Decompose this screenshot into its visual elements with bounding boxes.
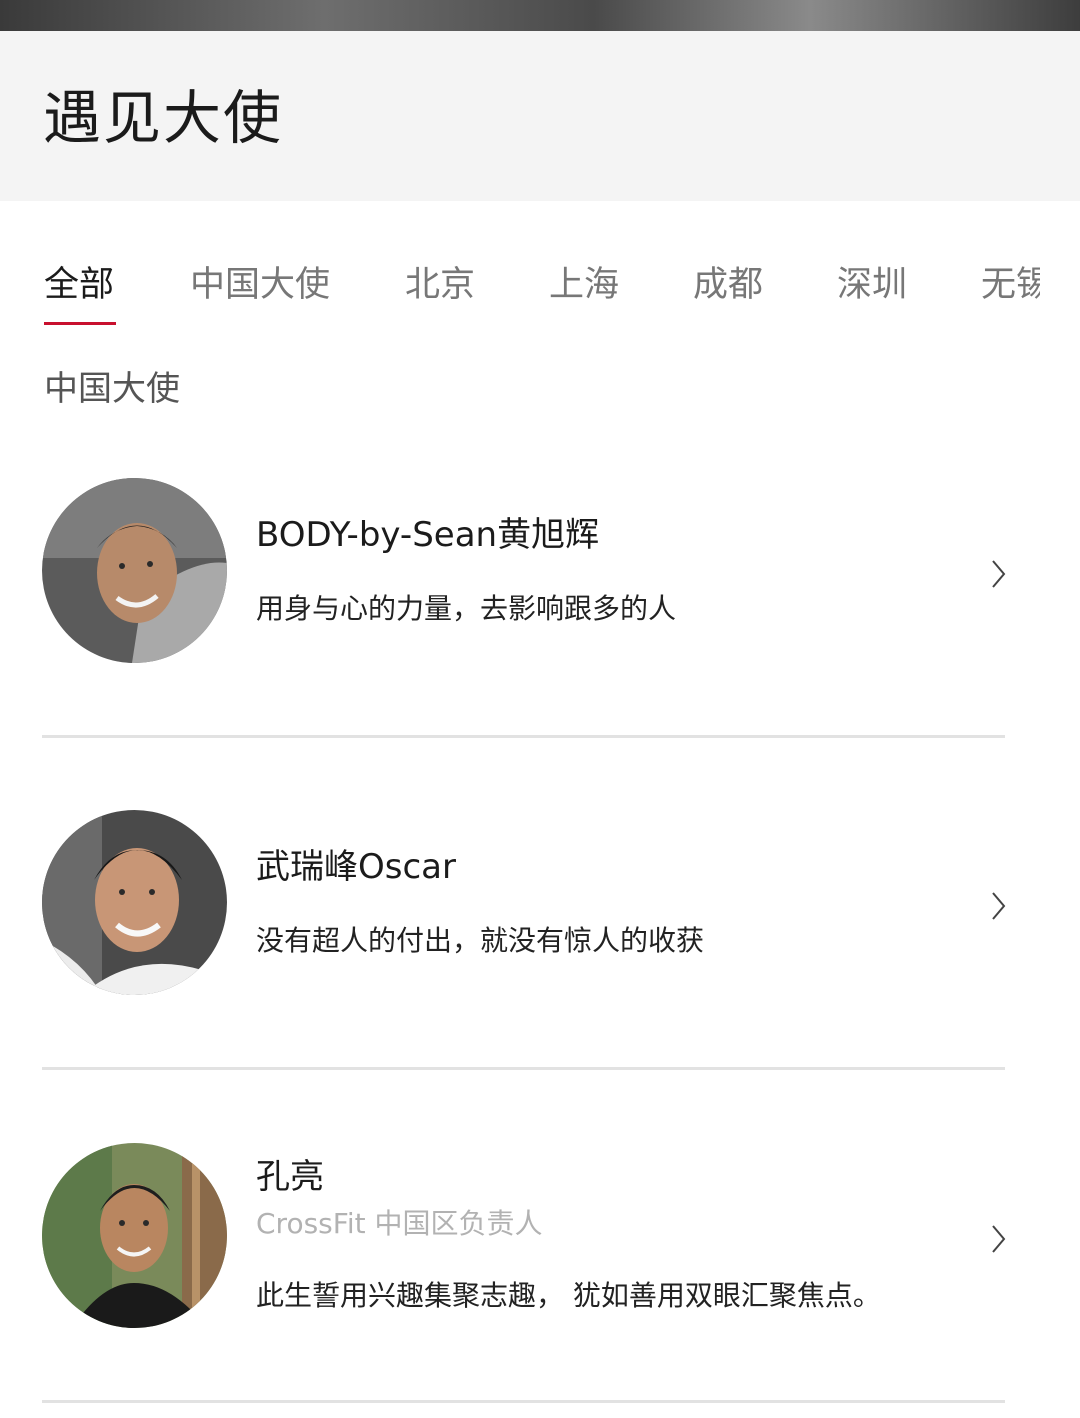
tab-all[interactable]: 全部 — [44, 263, 114, 307]
ambassador-name: 武瑞峰Oscar — [256, 847, 456, 887]
chevron-right-icon — [992, 1225, 1006, 1253]
ambassador-motto: 用身与心的力量，去影响跟多的人 — [256, 592, 677, 625]
ambassador-role: CrossFit 中国区负责人 — [256, 1207, 543, 1240]
ambassador-card[interactable]: 孔亮 CrossFit 中国区负责人 此生誓用兴趣集聚志趣， 犹如善用双眼汇聚焦… — [0, 1070, 1080, 1403]
divider — [42, 1400, 1005, 1403]
avatar — [42, 810, 227, 995]
tab-beijing[interactable]: 北京 — [405, 263, 475, 307]
ambassador-motto: 此生誓用兴趣集聚志趣， 犹如善用双眼汇聚焦点。 — [256, 1279, 881, 1312]
city-tabs: 全部 中国大使 北京 上海 成都 深圳 无锡 — [0, 201, 1080, 331]
ambassador-name: BODY-by-Sean黄旭辉 — [256, 515, 600, 555]
ambassador-name: 孔亮 — [256, 1157, 324, 1197]
active-tab-indicator — [44, 322, 116, 325]
tab-chengdu[interactable]: 成都 — [693, 263, 763, 307]
chevron-right-icon — [992, 892, 1006, 920]
tab-shanghai[interactable]: 上海 — [549, 263, 619, 307]
page-title: 遇见大使 — [43, 84, 284, 152]
tabs-overflow-edge — [1040, 201, 1080, 331]
banner-image-strip — [0, 0, 1080, 31]
page-header: 遇见大使 — [0, 31, 1080, 201]
ambassador-card[interactable]: BODY-by-Sean黄旭辉 用身与心的力量，去影响跟多的人 — [0, 405, 1080, 738]
avatar — [42, 478, 227, 663]
tab-shenzhen[interactable]: 深圳 — [837, 263, 907, 307]
avatar — [42, 1143, 227, 1328]
chevron-right-icon — [992, 560, 1006, 588]
ambassador-motto: 没有超人的付出，就没有惊人的收获 — [256, 924, 705, 957]
ambassador-card[interactable]: 武瑞峰Oscar 没有超人的付出，就没有惊人的收获 — [0, 738, 1080, 1071]
tab-china-ambassadors[interactable]: 中国大使 — [190, 263, 330, 307]
